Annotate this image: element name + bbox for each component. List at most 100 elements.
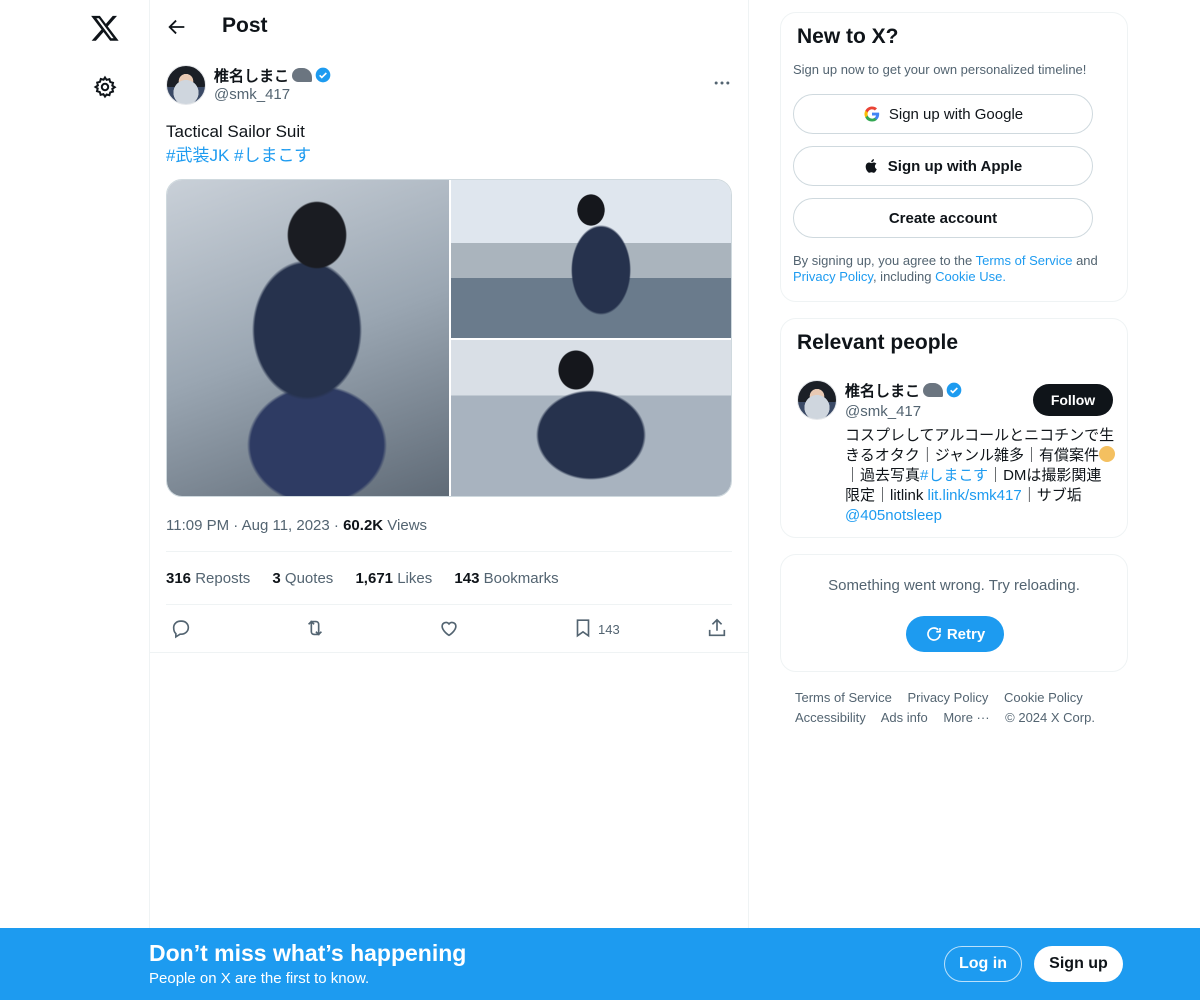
page-title: Post <box>222 14 268 37</box>
bio-hashtag-link[interactable]: #しまこす <box>920 467 988 484</box>
bookmarks-stat[interactable]: 143 Bookmarks <box>454 570 558 587</box>
more-icon[interactable] <box>712 73 732 93</box>
dot-separator: · <box>233 517 242 534</box>
views-count: 60.2K <box>343 517 384 534</box>
post-photo[interactable] <box>451 180 731 338</box>
footer-link[interactable]: Ads info <box>881 710 928 725</box>
left-rail <box>0 0 150 1000</box>
author-name[interactable]: 椎名しまこ <box>214 65 331 86</box>
bio-text: コスプレしてアルコールとニコチンで生きるオタク｜ジャンル雑多｜有償案件 <box>845 427 1115 464</box>
post-header: Post <box>150 0 748 54</box>
likes-count: 1,671 <box>355 570 394 587</box>
reposts-stat[interactable]: 316 Reposts <box>166 570 250 587</box>
post-time[interactable]: 11:09 PM <box>166 517 229 534</box>
footer-link[interactable]: Cookie Policy <box>1004 690 1083 705</box>
person-handle[interactable]: @smk_417 <box>845 403 921 420</box>
dot-separator: · <box>333 517 344 534</box>
relevant-people-card: Relevant people 椎名しまこ @smk_417 Follow コス… <box>780 318 1128 538</box>
post-actions: 143 <box>166 617 732 643</box>
avatar[interactable] <box>166 65 206 105</box>
post-date[interactable]: Aug 11, 2023 <box>242 517 330 534</box>
avatar[interactable] <box>797 380 837 420</box>
reply-icon <box>172 620 190 639</box>
like-icon <box>441 621 457 637</box>
google-signup-button[interactable]: Sign up with Google <box>793 94 1093 134</box>
post-stats: 316 Reposts 3 Quotes 1,671 Likes 143 Boo… <box>166 570 577 587</box>
login-button[interactable]: Log in <box>944 946 1022 982</box>
error-card: Something went wrong. Try reloading. Ret… <box>780 554 1128 672</box>
bio-text: ｜サブ垢 <box>1021 487 1082 504</box>
likes-label: Likes <box>397 570 433 587</box>
person-name-text: 椎名しまこ <box>845 383 921 400</box>
main-column: Post 椎名しまこ @smk_417 Tactical Sailor Suit… <box>150 0 749 1000</box>
footer-link[interactable]: Privacy Policy <box>907 690 988 705</box>
refresh-icon <box>927 627 941 641</box>
signup-subtitle: Sign up now to get your own personalized… <box>793 62 1087 77</box>
relevant-people-title: Relevant people <box>797 331 959 354</box>
hashtag-link[interactable]: #武装JK <box>166 146 229 165</box>
likes-stat[interactable]: 1,671 Likes <box>355 570 432 587</box>
repost-button[interactable] <box>304 617 326 639</box>
bookmark-icon <box>576 619 590 638</box>
shark-emoji-icon <box>923 383 944 397</box>
verified-icon <box>946 382 962 398</box>
post-photo[interactable] <box>167 180 449 496</box>
footer-links: Terms of Service Privacy Policy Cookie P… <box>795 688 1125 728</box>
bio-link[interactable]: lit.link/smk417 <box>928 487 1022 504</box>
post-hashtags: #武装JK #しまこす <box>166 144 311 168</box>
divider <box>150 652 748 653</box>
create-account-label: Create account <box>888 209 998 227</box>
bottom-signup-bar: Don’t miss what’s happening People on X … <box>0 928 1200 1000</box>
person-bio: コスプレしてアルコールとニコチンで生きるオタク｜ジャンル雑多｜有償案件 ｜過去写真… <box>845 426 1115 526</box>
bio-mention-link[interactable]: @405notsleep <box>845 507 942 524</box>
bar-subline: People on X are the first to know. <box>149 970 370 987</box>
author-name-text: 椎名しまこ <box>214 68 290 85</box>
footer-link[interactable]: Accessibility <box>795 710 866 725</box>
bio-text: ｜過去写真 <box>845 467 921 484</box>
error-message: Something went wrong. Try reloading. <box>828 577 1080 594</box>
person-emoji-icon <box>1098 446 1115 462</box>
reposts-count: 316 <box>166 570 192 587</box>
post-meta: 11:09 PM · Aug 11, 2023 · 60.2K Views <box>166 517 427 534</box>
bookmarks-label: Bookmarks <box>483 570 559 587</box>
quotes-label: Quotes <box>284 570 334 587</box>
post-photo[interactable] <box>451 340 731 496</box>
like-button[interactable] <box>438 617 460 639</box>
footer-link[interactable]: Terms of Service <box>795 690 892 705</box>
quotes-count: 3 <box>272 570 281 587</box>
signup-card: New to X? Sign up now to get your own pe… <box>780 12 1128 302</box>
legal-text: , including <box>872 269 932 284</box>
repost-icon <box>307 620 323 636</box>
retry-button[interactable]: Retry <box>906 616 1004 652</box>
author-handle[interactable]: @smk_417 <box>214 86 290 103</box>
share-button[interactable] <box>706 617 728 639</box>
post-media-grid <box>166 179 732 497</box>
footer-more[interactable]: More ··· <box>943 710 989 725</box>
hashtag-link[interactable]: #しまこす <box>234 146 311 165</box>
terms-link[interactable]: Terms of Service <box>976 253 1073 268</box>
signup-legal: By signing up, you agree to the Terms of… <box>793 253 1113 285</box>
quotes-stat[interactable]: 3 Quotes <box>272 570 333 587</box>
bar-headline: Don’t miss what’s happening <box>149 940 467 966</box>
privacy-link[interactable]: Privacy Policy <box>793 269 873 284</box>
legal-text: By signing up, you agree to the <box>793 253 973 268</box>
post-author: 椎名しまこ @smk_417 <box>166 65 732 107</box>
divider <box>166 551 732 552</box>
bookmark-button[interactable] <box>572 617 594 639</box>
follow-button[interactable]: Follow <box>1033 384 1113 416</box>
gear-icon[interactable] <box>93 75 117 99</box>
apple-signup-button[interactable]: Sign up with Apple <box>793 146 1093 186</box>
signup-button[interactable]: Sign up <box>1034 946 1123 982</box>
apple-icon <box>865 159 877 173</box>
signup-title: New to X? <box>797 25 899 48</box>
x-logo-icon[interactable] <box>90 13 120 43</box>
reposts-label: Reposts <box>195 570 251 587</box>
google-icon <box>864 106 880 122</box>
back-arrow-icon[interactable] <box>166 16 188 38</box>
reply-button[interactable] <box>170 617 192 639</box>
post-text: Tactical Sailor Suit #武装JK #しまこす <box>166 120 311 168</box>
create-account-button[interactable]: Create account <box>793 198 1093 238</box>
verified-icon <box>315 67 331 83</box>
person-name[interactable]: 椎名しまこ <box>845 380 962 401</box>
cookie-link[interactable]: Cookie Use. <box>935 269 1006 284</box>
